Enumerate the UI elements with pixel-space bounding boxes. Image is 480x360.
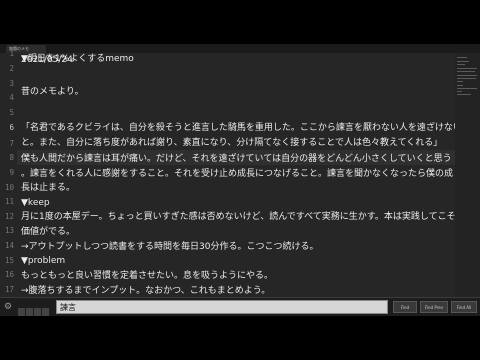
wrap-toggle[interactable] xyxy=(42,308,49,316)
text-line[interactable]: ▼keep xyxy=(21,197,50,209)
line-number: 9 xyxy=(9,168,14,177)
text-line[interactable]: 価値がでる。 xyxy=(21,226,75,238)
regex-toggle[interactable] xyxy=(18,308,25,316)
find-bar: ⚙ 諫言 Find Find Prev Find All xyxy=(0,297,480,316)
find-options-gear-icon[interactable]: ⚙ xyxy=(4,302,14,312)
line-number: 1 xyxy=(9,49,14,58)
text-line[interactable]: ▼problem xyxy=(21,255,65,267)
whole-word-toggle[interactable] xyxy=(34,308,41,316)
find-all-button[interactable]: Find All xyxy=(451,301,477,313)
text-line[interactable]: 「名君であるクビライは、自分を殺そうと進言した騎馬を重用した。ここから諫言を厭わ… xyxy=(21,122,471,134)
text-line[interactable]: 。諫言をくれる人に感謝をすること。それを受け止め成長につなげること。諫言を聞かな… xyxy=(21,168,453,180)
text-line[interactable]: →アウトプットしつつ読書をする時間を毎日30分作る。こつこつ続ける。 xyxy=(21,241,318,253)
find-prev-button[interactable]: Find Prev xyxy=(420,301,448,313)
line-number: 13 xyxy=(4,226,14,235)
line-number: 10 xyxy=(4,183,14,192)
editor-window: 無題のメモ 123456789101112131415161718 2021/0… xyxy=(0,44,480,316)
find-option-toggles xyxy=(18,302,52,316)
text-editor[interactable]: 2021/05/24 ▼明日を1%よくするmemo 昔のメモより。 「名君であるクビラ… xyxy=(17,53,471,297)
line-number: 4 xyxy=(9,93,14,102)
text-line[interactable]: と。また、自分に落ち度があれば謝り、素直になり、分け隔てなく接することで人は色々… xyxy=(21,137,442,149)
line-number: 6 xyxy=(9,123,14,132)
line-number: 17 xyxy=(4,285,14,294)
line-number: 11 xyxy=(4,197,14,206)
line-number: 15 xyxy=(4,256,14,265)
minimap[interactable] xyxy=(455,53,480,297)
case-toggle[interactable] xyxy=(26,308,33,316)
tab-bar: 無題のメモ xyxy=(0,44,480,53)
text-line[interactable]: ▼明日を1%よくするmemo xyxy=(21,53,134,65)
text-line[interactable]: 月に1度の本屋デー。ちょっと買いすぎた感は否めないけど、読んですべて実務に生かす… xyxy=(21,211,456,223)
line-number: 16 xyxy=(4,270,14,279)
text-line[interactable]: 昔のメモより。 xyxy=(21,86,84,98)
line-number: 2 xyxy=(9,64,14,73)
find-input[interactable]: 諫言 xyxy=(56,300,388,314)
text-line[interactable]: →腹落ちするまでインプット。なおかつ、これもまとめよう。 xyxy=(21,285,270,297)
line-number-gutter: 123456789101112131415161718 xyxy=(0,49,17,308)
line-number: 3 xyxy=(9,79,14,88)
line-number: 5 xyxy=(9,108,14,117)
text-line[interactable]: もっともっと良い習慣を定着させたい。息を吸うようにやる。 xyxy=(21,270,273,282)
find-button[interactable]: Find xyxy=(393,301,417,313)
text-line[interactable]: 僕も人間だから諫言は耳が痛い。だけど、それを遠ざけていては自分の器をどんどん小さ… xyxy=(21,153,452,165)
line-number: 14 xyxy=(4,241,14,250)
text-line[interactable]: 長は止まる。 xyxy=(21,182,75,194)
line-number: 8 xyxy=(9,153,14,162)
line-number: 7 xyxy=(9,139,14,148)
line-number: 12 xyxy=(4,212,14,221)
